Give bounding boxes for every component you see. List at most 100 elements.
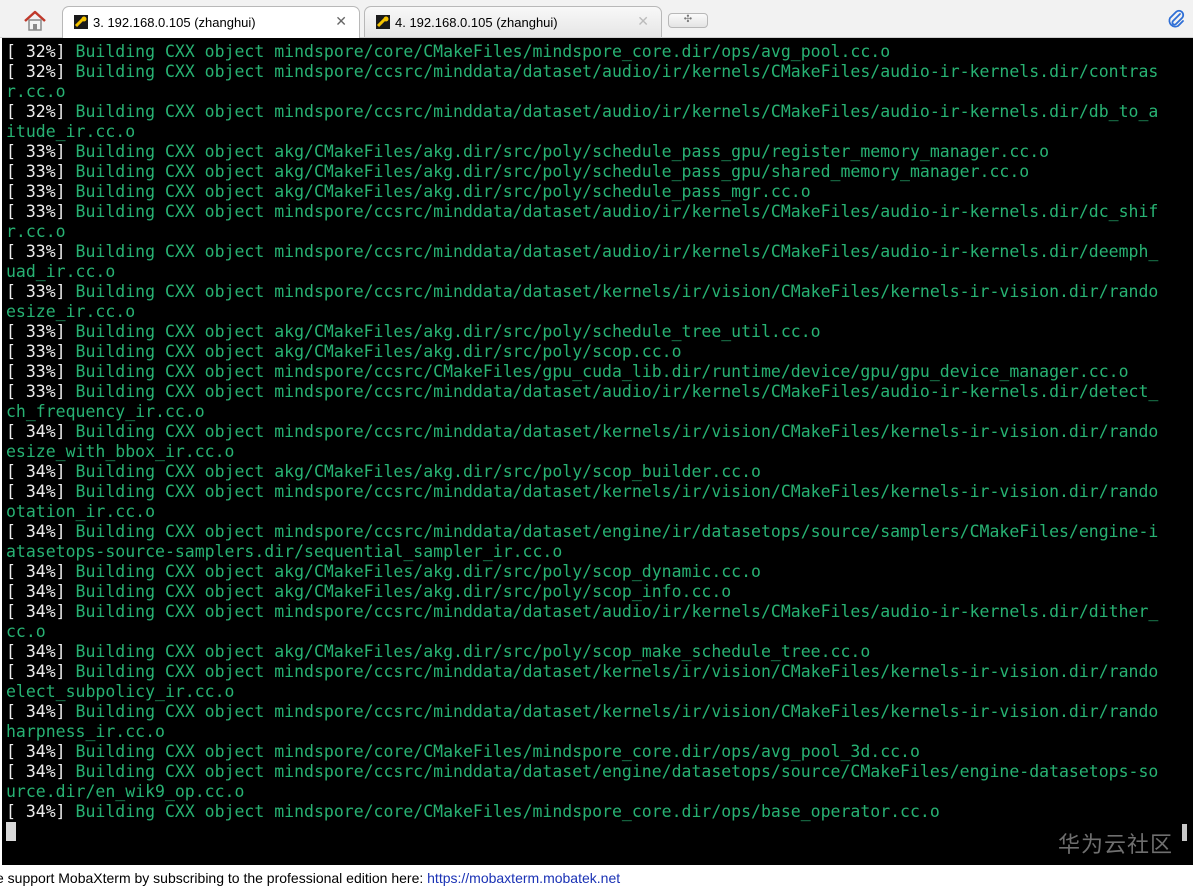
terminal-line: [ 33%] Building CXX object mindspore/ccs… [6, 242, 1158, 262]
build-message: otation_ir.cc.o [6, 502, 156, 521]
home-button[interactable] [22, 10, 48, 32]
build-message: urce.dir/en_wik9_op.cc.o [6, 782, 245, 801]
paperclip-icon[interactable] [1167, 9, 1185, 29]
build-message: harpness_ir.cc.o [6, 722, 165, 741]
terminal-line: [ 33%] Building CXX object mindspore/ccs… [6, 362, 1158, 382]
terminal-line: [ 34%] Building CXX object mindspore/ccs… [6, 602, 1158, 622]
mobaxterm-link[interactable]: https://mobaxterm.mobatek.net [427, 870, 620, 886]
build-message: elect_subpolicy_ir.cc.o [6, 682, 235, 701]
build-message: Building CXX object mindspore/ccsrc/mind… [75, 62, 1159, 81]
build-progress-percent: [ 33%] [6, 382, 76, 401]
build-progress-percent: [ 33%] [6, 162, 76, 181]
build-message: r.cc.o [6, 82, 66, 101]
build-message: Building CXX object akg/CMakeFiles/akg.d… [75, 182, 811, 201]
build-progress-percent: [ 34%] [6, 482, 76, 501]
terminal-line: uad_ir.cc.o [6, 262, 1158, 282]
tab-session-3[interactable]: 3. 192.168.0.105 (zhanghui) ✕ [62, 6, 360, 38]
build-message: Building CXX object akg/CMakeFiles/akg.d… [75, 642, 871, 661]
close-icon[interactable]: ✕ [637, 13, 649, 30]
build-message: Building CXX object akg/CMakeFiles/akg.d… [75, 142, 1050, 161]
build-message: ch_frequency_ir.cc.o [6, 402, 205, 421]
build-message: itude_ir.cc.o [6, 122, 136, 141]
build-progress-percent: [ 32%] [6, 42, 76, 61]
build-progress-percent: [ 34%] [6, 602, 76, 621]
build-message: Building CXX object akg/CMakeFiles/akg.d… [75, 582, 732, 601]
terminal-line: [ 33%] Building CXX object akg/CMakeFile… [6, 182, 1158, 202]
build-message: Building CXX object mindspore/ccsrc/mind… [75, 102, 1159, 121]
terminal-line: [ 34%] Building CXX object akg/CMakeFile… [6, 562, 1158, 582]
build-message: cc.o [6, 622, 46, 641]
ssh-session-icon [74, 15, 88, 29]
terminal-line: [ 33%] Building CXX object akg/CMakeFile… [6, 162, 1158, 182]
terminal-cursor [6, 822, 16, 841]
build-progress-percent: [ 34%] [6, 582, 76, 601]
status-message: e support MobaXterm by subscribing to th… [0, 866, 620, 887]
build-progress-percent: [ 33%] [6, 362, 76, 381]
build-message: Building CXX object mindspore/ccsrc/CMak… [75, 362, 1129, 381]
terminal-line: [ 33%] Building CXX object akg/CMakeFile… [6, 322, 1158, 342]
terminal-line: r.cc.o [6, 82, 1158, 102]
terminal-line: [ 34%] Building CXX object mindspore/ccs… [6, 482, 1158, 502]
build-progress-percent: [ 34%] [6, 562, 76, 581]
tab-label: 4. 192.168.0.105 (zhanghui) [395, 15, 558, 30]
terminal-line: [ 34%] Building CXX object mindspore/cor… [6, 802, 1158, 822]
terminal-line: cc.o [6, 622, 1158, 642]
build-message: Building CXX object akg/CMakeFiles/akg.d… [75, 322, 821, 341]
terminal-line: [ 34%] Building CXX object mindspore/ccs… [6, 762, 1158, 782]
terminal-line: [ 33%] Building CXX object mindspore/ccs… [6, 282, 1158, 302]
build-message: Building CXX object mindspore/ccsrc/mind… [75, 522, 1159, 541]
build-progress-percent: [ 34%] [6, 642, 76, 661]
terminal-line: [ 34%] Building CXX object akg/CMakeFile… [6, 462, 1158, 482]
build-progress-percent: [ 33%] [6, 242, 76, 261]
terminal-line: ch_frequency_ir.cc.o [6, 402, 1158, 422]
new-tab-button[interactable]: ✣ [668, 13, 708, 28]
build-progress-percent: [ 33%] [6, 282, 76, 301]
terminal-line: urce.dir/en_wik9_op.cc.o [6, 782, 1158, 802]
home-icon [24, 10, 46, 31]
terminal-line: [ 32%] Building CXX object mindspore/cor… [6, 42, 1158, 62]
build-message: Building CXX object akg/CMakeFiles/akg.d… [75, 162, 1030, 181]
build-message: r.cc.o [6, 222, 66, 241]
scrollbar[interactable] [1182, 824, 1187, 841]
build-message: Building CXX object mindspore/core/CMake… [75, 742, 920, 761]
tab-label: 3. 192.168.0.105 (zhanghui) [93, 15, 256, 30]
terminal-line: [ 34%] Building CXX object akg/CMakeFile… [6, 582, 1158, 602]
build-progress-percent: [ 33%] [6, 182, 76, 201]
terminal-line: [ 33%] Building CXX object mindspore/ccs… [6, 382, 1158, 402]
tab-bar: 3. 192.168.0.105 (zhanghui) ✕ 4. 192.168… [0, 0, 1193, 38]
terminal-line: [ 33%] Building CXX object mindspore/ccs… [6, 202, 1158, 222]
terminal-line: otation_ir.cc.o [6, 502, 1158, 522]
build-message: Building CXX object akg/CMakeFiles/akg.d… [75, 342, 682, 361]
build-message: Building CXX object mindspore/ccsrc/mind… [75, 702, 1159, 721]
tab-session-4[interactable]: 4. 192.168.0.105 (zhanghui) ✕ [364, 6, 662, 37]
terminal-line: itude_ir.cc.o [6, 122, 1158, 142]
terminal-line: [ 34%] Building CXX object mindspore/ccs… [6, 662, 1158, 682]
build-message: Building CXX object mindspore/ccsrc/mind… [75, 242, 1159, 261]
build-progress-percent: [ 34%] [6, 422, 76, 441]
build-message: esize_with_bbox_ir.cc.o [6, 442, 235, 461]
build-progress-percent: [ 34%] [6, 802, 76, 821]
terminal-line: [ 32%] Building CXX object mindspore/ccs… [6, 62, 1158, 82]
terminal-line: [ 34%] Building CXX object mindspore/ccs… [6, 702, 1158, 722]
new-tab-icon: ✣ [683, 14, 693, 25]
build-progress-percent: [ 33%] [6, 202, 76, 221]
terminal-pane[interactable]: [ 32%] Building CXX object mindspore/cor… [2, 38, 1193, 865]
build-message: Building CXX object mindspore/ccsrc/mind… [75, 482, 1159, 501]
terminal-line: esize_with_bbox_ir.cc.o [6, 442, 1158, 462]
status-text: e support MobaXterm by subscribing to th… [0, 870, 428, 886]
build-message: uad_ir.cc.o [6, 262, 116, 281]
watermark: 华为云社区 [1057, 833, 1173, 858]
terminal-line: [ 34%] Building CXX object mindspore/ccs… [6, 522, 1158, 542]
build-message: Building CXX object mindspore/ccsrc/mind… [75, 202, 1159, 221]
build-progress-percent: [ 34%] [6, 762, 76, 781]
build-progress-percent: [ 34%] [6, 742, 76, 761]
close-icon[interactable]: ✕ [335, 13, 347, 30]
terminal-line: harpness_ir.cc.o [6, 722, 1158, 742]
build-message: atasetops-source-samplers.dir/sequential… [6, 542, 563, 561]
build-progress-percent: [ 34%] [6, 702, 76, 721]
build-message: Building CXX object mindspore/core/CMake… [75, 802, 940, 821]
build-progress-percent: [ 34%] [6, 462, 76, 481]
terminal-line: [ 32%] Building CXX object mindspore/ccs… [6, 102, 1158, 122]
build-progress-percent: [ 33%] [6, 342, 76, 361]
terminal-line: [ 34%] Building CXX object mindspore/ccs… [6, 422, 1158, 442]
